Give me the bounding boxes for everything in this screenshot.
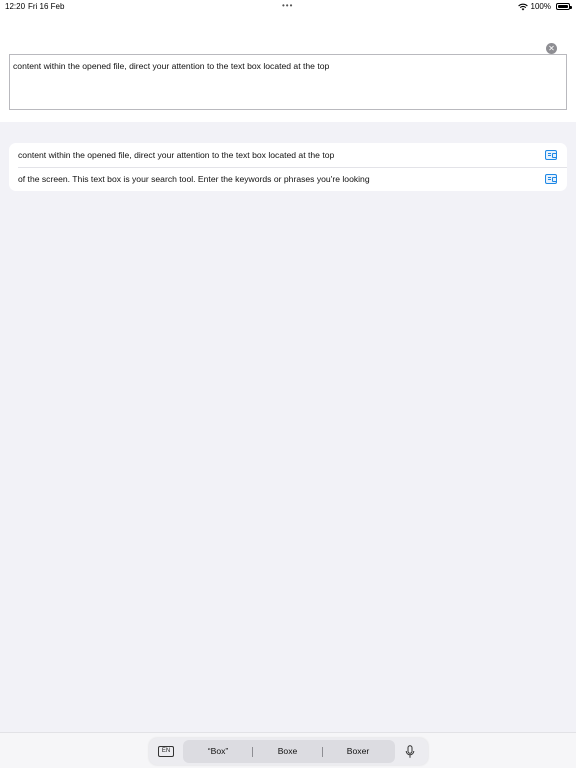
microphone-icon[interactable] (405, 745, 415, 759)
close-circle-icon: ✕ (548, 44, 555, 53)
predictive-text-bar: EN “Box” Boxe Boxer (149, 738, 428, 765)
suggestion-divider (322, 747, 323, 757)
status-indicators: 100% (517, 2, 572, 11)
clear-search-button[interactable]: ✕ (546, 43, 557, 54)
search-result-row[interactable]: content within the opened file, direct y… (9, 143, 567, 167)
search-result-text: content within the opened file, direct y… (18, 150, 335, 160)
document-icon[interactable] (545, 150, 557, 160)
status-date: Fri 16 Feb (28, 2, 65, 11)
suggestion-item[interactable]: Boxe (274, 746, 301, 756)
document-icon[interactable] (545, 174, 557, 184)
battery-icon (556, 3, 572, 10)
suggestion-item[interactable]: “Box” (205, 746, 231, 756)
wifi-icon (517, 3, 528, 10)
language-switch-button[interactable]: EN (158, 746, 174, 757)
status-bar: 12:20 Fri 16 Feb ••• 100% (0, 0, 576, 14)
suggestion-item[interactable]: Boxer (343, 746, 373, 756)
search-result-text: of the screen. This text box is your sea… (18, 174, 370, 184)
status-time: 12:20 (5, 2, 26, 11)
keyboard-shortcut-bar: EN “Box” Boxe Boxer (0, 732, 576, 768)
suggestion-divider (252, 747, 253, 757)
search-header: ✕ content within the opened file, direct… (0, 14, 576, 122)
suggestions-area: “Box” Boxe Boxer (183, 740, 395, 763)
search-result-row[interactable]: of the screen. This text box is your sea… (9, 167, 567, 191)
search-input[interactable]: content within the opened file, direct y… (9, 54, 567, 110)
multitasking-dots-icon[interactable]: ••• (282, 1, 293, 10)
battery-percent: 100% (530, 2, 551, 11)
search-results-list: content within the opened file, direct y… (9, 143, 567, 191)
